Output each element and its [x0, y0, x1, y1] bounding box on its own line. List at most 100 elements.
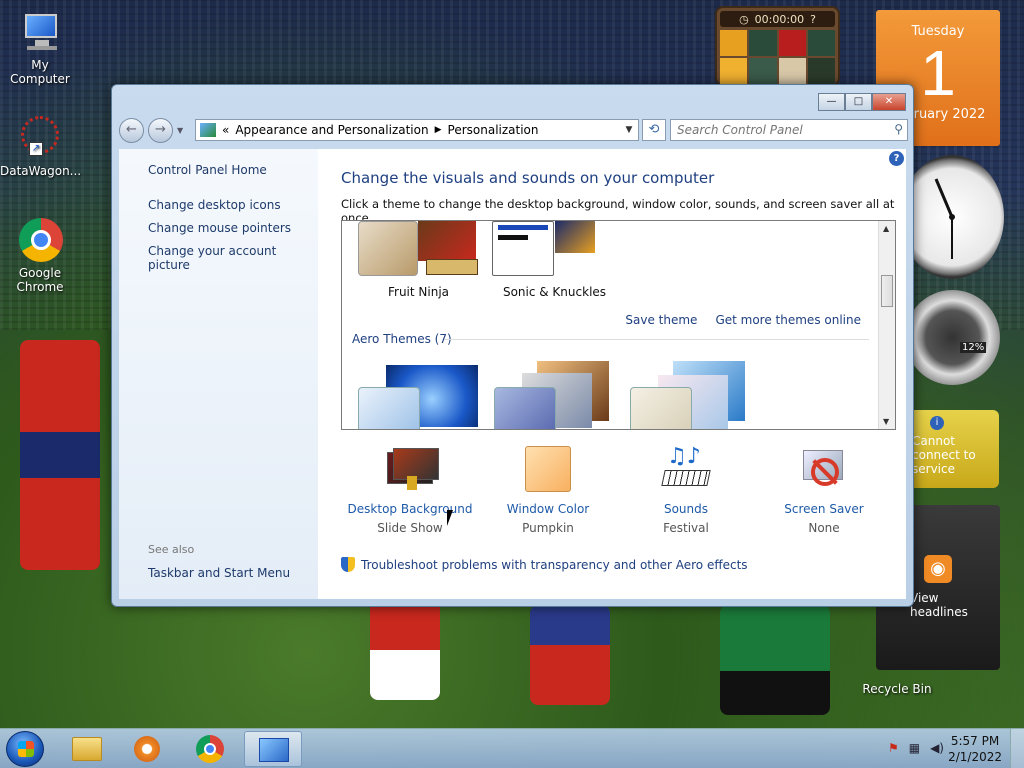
help-icon[interactable]: ? [810, 13, 816, 26]
scroll-thumb[interactable] [881, 275, 893, 307]
address-bar[interactable]: « Appearance and Personalization ▶ Perso… [195, 119, 639, 141]
taskbar-media-player[interactable] [118, 731, 176, 767]
desktop-icon-google-chrome[interactable]: Google Chrome [0, 218, 80, 294]
taskbar-start-menu-link[interactable]: Taskbar and Start Menu [148, 566, 290, 580]
windows-logo-icon [18, 741, 34, 757]
get-more-themes-link[interactable]: Get more themes online [715, 313, 861, 327]
troubleshoot-row: Troubleshoot problems with transparency … [341, 557, 748, 572]
desktop-background-icon [385, 446, 439, 496]
theme-item[interactable]: Fruit Ninja [356, 221, 481, 299]
theme-item[interactable] [356, 361, 481, 429]
theme-item[interactable]: Sonic & Knuckles [492, 221, 617, 299]
breadcrumb-separator-icon[interactable]: ▶ [435, 125, 442, 135]
setting-label[interactable]: Window Color [479, 502, 617, 516]
maximize-button[interactable]: □ [845, 93, 872, 111]
theme-thumbnail [630, 387, 692, 429]
see-also-heading: See also [148, 543, 195, 556]
refresh-icon: ⟲ [648, 122, 660, 137]
themes-list[interactable]: Fruit Ninja Sonic & Knuckles Save theme … [341, 220, 896, 430]
breadcrumb-overflow-icon[interactable]: « [222, 123, 229, 137]
clock-icon: ◷ [739, 12, 749, 26]
back-arrow-icon: ← [126, 121, 137, 137]
chrome-center-icon [204, 743, 216, 755]
cpu-meter-gadget[interactable]: 12% [905, 290, 1000, 385]
sounds-setting[interactable]: ♫♪ Sounds Festival [617, 446, 755, 535]
computer-icon [17, 10, 63, 56]
taskbar-clock[interactable]: 5:57 PM 2/1/2022 [948, 733, 1002, 765]
player-figure [370, 600, 440, 700]
page-title: Change the visuals and sounds on your co… [341, 169, 715, 187]
taskbar-chrome[interactable] [182, 731, 240, 767]
taskbar-control-panel[interactable] [244, 731, 302, 767]
task-sidebar: Control Panel Home Change desktop icons … [119, 149, 318, 599]
recent-pages-chevron-icon[interactable]: ▼ [177, 126, 183, 135]
scroll-down-icon[interactable]: ▼ [883, 417, 889, 426]
setting-label[interactable]: Sounds [617, 502, 755, 516]
setting-value: None [808, 521, 840, 535]
minimize-button[interactable]: — [818, 93, 845, 111]
rss-icon: ◉ [924, 555, 952, 583]
clock-gadget[interactable] [900, 155, 1004, 279]
breadcrumb-item[interactable]: Personalization [448, 123, 539, 137]
mouse-cursor-icon [447, 510, 459, 526]
feed-label[interactable]: View headlines [910, 591, 1000, 619]
desktop-icon-label: Google Chrome [16, 266, 64, 294]
action-center-icon[interactable]: ⚑ [888, 741, 899, 755]
search-box[interactable]: ⚲ [670, 119, 908, 141]
screen-saver-setting[interactable]: Screen Saver None [755, 446, 893, 535]
cpu-meter-value: 12% [960, 342, 987, 353]
puzzle-grid[interactable] [720, 30, 835, 84]
picture-puzzle-gadget[interactable]: ◷ 00:00:00 ? [715, 6, 840, 86]
desktop-icon-label: My Computer [10, 58, 70, 86]
window-color-setting[interactable]: Window Color Pumpkin [479, 446, 617, 535]
sounds-icon: ♫♪ [661, 446, 711, 496]
theme-name: Fruit Ninja [387, 285, 450, 299]
personalization-window[interactable]: — □ ✕ ← → ▼ « Appearance and Personaliza… [111, 84, 914, 607]
player-figure [530, 605, 610, 705]
theme-item[interactable] [628, 361, 753, 429]
window-color-icon [523, 446, 573, 496]
address-dropdown-icon[interactable]: ▼ [620, 125, 638, 135]
forward-button[interactable]: → [148, 117, 173, 143]
clock-time: 5:57 PM [950, 734, 1000, 748]
folder-icon [72, 737, 102, 761]
desktop-icon-label: DataWagon... [0, 164, 82, 178]
scroll-up-icon[interactable]: ▲ [883, 224, 889, 233]
breadcrumb-item[interactable]: Appearance and Personalization [235, 123, 428, 137]
clock-face-icon [934, 178, 955, 259]
control-panel-home-link[interactable]: Control Panel Home [148, 163, 318, 177]
desktop-icon-datawagon[interactable]: ↗ DataWagon... [0, 116, 82, 178]
group-divider [444, 339, 869, 340]
puzzle-timer-bar: ◷ 00:00:00 ? [720, 11, 835, 27]
save-theme-link[interactable]: Save theme [625, 313, 697, 327]
search-icon[interactable]: ⚲ [894, 122, 903, 136]
volume-icon[interactable]: ◀) [930, 741, 944, 755]
setting-label[interactable]: Screen Saver [755, 502, 893, 516]
theme-thumbnail [492, 221, 617, 281]
change-desktop-icons-link[interactable]: Change desktop icons [148, 198, 318, 212]
network-icon[interactable]: ▦ [909, 741, 920, 755]
themes-scrollbar[interactable]: ▲ ▼ [878, 221, 895, 429]
theme-item[interactable] [492, 361, 617, 429]
taskbar-explorer[interactable] [58, 731, 116, 767]
forward-arrow-icon: → [155, 121, 166, 137]
change-mouse-pointers-link[interactable]: Change mouse pointers [148, 221, 318, 235]
puzzle-timer: 00:00:00 [754, 12, 805, 26]
help-icon[interactable]: ? [889, 151, 904, 166]
weather-message: Cannot connect to service [912, 434, 976, 476]
theme-links: Save theme Get more themes online [625, 313, 861, 327]
main-panel: ? Change the visuals and sounds on your … [318, 149, 906, 599]
search-input[interactable] [671, 120, 877, 140]
weather-gadget[interactable]: i Cannot connect to service [906, 410, 999, 488]
troubleshoot-link[interactable]: Troubleshoot problems with transparency … [361, 558, 748, 572]
start-button[interactable] [6, 731, 44, 767]
desktop-icon-my-computer[interactable]: My Computer [0, 10, 80, 86]
change-account-picture-link[interactable]: Change your account picture [148, 244, 318, 272]
desktop-icon-recycle-bin[interactable]: Recycle Bin [857, 682, 937, 696]
media-player-icon [134, 736, 160, 762]
back-button[interactable]: ← [119, 117, 144, 143]
aero-themes-header: Aero Themes (7) [352, 332, 452, 346]
close-button[interactable]: ✕ [872, 93, 906, 111]
refresh-button[interactable]: ⟲ [642, 119, 666, 141]
show-desktop-button[interactable] [1010, 729, 1024, 768]
